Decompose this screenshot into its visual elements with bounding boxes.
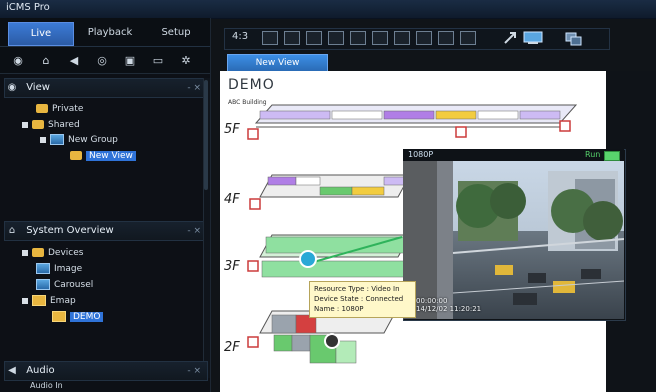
tooltip-device-state: Device State : Connected [314, 295, 404, 303]
emap-icon [52, 311, 66, 322]
system-overview-title: System Overview [26, 225, 114, 236]
tree-label-selected: DEMO [70, 312, 104, 322]
camera-icon[interactable]: ▣ [122, 52, 138, 68]
monitor-icon[interactable] [523, 31, 543, 43]
expand-icon[interactable] [22, 121, 28, 128]
tree-label: New Group [68, 135, 118, 145]
view-section-title: View [26, 82, 50, 93]
section-controls[interactable]: - × [187, 222, 201, 240]
tree-label-selected: New View [86, 151, 136, 161]
expand-icon[interactable] [22, 249, 28, 256]
tree-carousel[interactable]: Carousel [36, 278, 93, 292]
audio-section-header[interactable]: ◀ Audio - × [4, 361, 208, 381]
tree-icon[interactable]: ⌂ [38, 52, 54, 68]
live-video-frame[interactable] [403, 161, 624, 319]
tree-devices[interactable]: Devices [22, 246, 83, 260]
camera-marker[interactable] [247, 336, 259, 348]
audio-section-title: Audio [26, 365, 55, 376]
layout-more-icon[interactable] [438, 31, 454, 45]
tree-label: Shared [48, 120, 80, 130]
left-scrollbar-thumb[interactable] [204, 80, 208, 190]
app-title: iCMS Pro [6, 2, 50, 13]
tree-shared[interactable]: Shared [22, 118, 80, 132]
expand-icon[interactable] [40, 136, 46, 143]
tree-label: Devices [48, 248, 84, 258]
tree-new-group[interactable]: New Group [40, 133, 118, 147]
camera-marker[interactable] [247, 260, 259, 272]
video-status-light [604, 151, 620, 161]
tab-playback[interactable]: Playback [78, 22, 142, 44]
tree-demo[interactable]: DEMO [52, 310, 104, 324]
video-time-line1: 00:00:00 [416, 297, 448, 305]
tree-private[interactable]: Private [36, 102, 83, 116]
layout-9-icon[interactable] [350, 31, 366, 45]
floor-3f-label: 3F [224, 259, 240, 274]
gear-icon[interactable]: ✲ [178, 52, 194, 68]
floor-5f-label: 5F [224, 122, 240, 137]
audio-in-label: Audio In [30, 381, 63, 390]
camera-tooltip: Resource Type : Video In Device State : … [309, 281, 416, 318]
tab-setup[interactable]: Setup [146, 22, 206, 44]
tree-label: Private [52, 104, 84, 114]
emap-icon [32, 295, 46, 306]
title-bar [0, 0, 656, 19]
tree-image[interactable]: Image [36, 262, 82, 276]
system-overview-header[interactable]: ⌂ System Overview - × [4, 221, 208, 241]
layout-13-icon[interactable] [394, 31, 410, 45]
layout-1-icon[interactable] [262, 31, 278, 45]
compass-icon[interactable]: ◎ [94, 52, 110, 68]
tab-live[interactable]: Live [8, 22, 74, 46]
video-status-text: Run [585, 150, 601, 159]
devices-icon [32, 248, 44, 257]
speaker-icon: ◀ [8, 365, 16, 376]
tree-label: Carousel [54, 280, 94, 290]
view-section-header[interactable]: ◉ View - × [4, 78, 208, 98]
eye-icon: ◉ [7, 82, 17, 93]
layout-8-icon[interactable] [328, 31, 344, 45]
system-icons [504, 31, 582, 46]
monitor-icon[interactable]: ▭ [150, 52, 166, 68]
image-icon [36, 263, 50, 274]
camera-pin[interactable] [324, 333, 340, 349]
left-panel [0, 18, 211, 392]
ratio-label[interactable]: 4:3 [232, 31, 248, 42]
section-controls[interactable]: - × [187, 362, 201, 380]
layout-6-icon[interactable] [306, 31, 322, 45]
section-controls[interactable]: - × [187, 79, 201, 97]
folder-icon [70, 151, 82, 160]
tooltip-name: Name : 1080P [314, 305, 364, 313]
camera-marker[interactable] [559, 120, 571, 132]
tree-label: Emap [50, 296, 76, 306]
floor-2f-label: 2F [224, 340, 240, 355]
layout-16-icon[interactable] [416, 31, 432, 45]
layout-10-icon[interactable] [372, 31, 388, 45]
camera-marker[interactable] [455, 126, 467, 138]
video-camera-name: 1080P [408, 150, 434, 159]
camera-marker[interactable] [247, 128, 259, 140]
group-icon [50, 134, 64, 145]
speaker-icon[interactable]: ◀ [66, 52, 82, 68]
tree-emap[interactable]: Emap [22, 294, 76, 308]
layout-4-icon[interactable] [284, 31, 300, 45]
tree-new-view[interactable]: New View [70, 149, 136, 163]
tooltip-resource-type: Resource Type : Video In [314, 285, 400, 293]
tab-new-view[interactable]: New View [227, 54, 328, 72]
expand-icon[interactable] [22, 297, 28, 304]
carousel-icon [36, 279, 50, 290]
camera-pin[interactable] [299, 250, 317, 268]
folder-icon [32, 120, 44, 129]
tree-label: Image [54, 264, 83, 274]
fullscreen-icon[interactable] [504, 32, 516, 44]
layout-custom-icon[interactable] [460, 31, 476, 45]
video-time-line2: 14/12/02 11:20:21 [416, 305, 482, 313]
eye-icon[interactable]: ◉ [10, 52, 26, 68]
video-timestamp: 00:00:00 14/12/02 11:20:21 [416, 297, 481, 313]
camera-marker[interactable] [249, 198, 261, 210]
main-tabs: Live Playback Setup [0, 18, 210, 47]
floor-4f-label: 4F [224, 192, 240, 207]
tree-icon: ⌂ [8, 225, 16, 236]
folder-icon [36, 104, 48, 113]
left-toolbar: ◉ ⌂ ◀ ◎ ▣ ▭ ✲ [0, 47, 210, 74]
